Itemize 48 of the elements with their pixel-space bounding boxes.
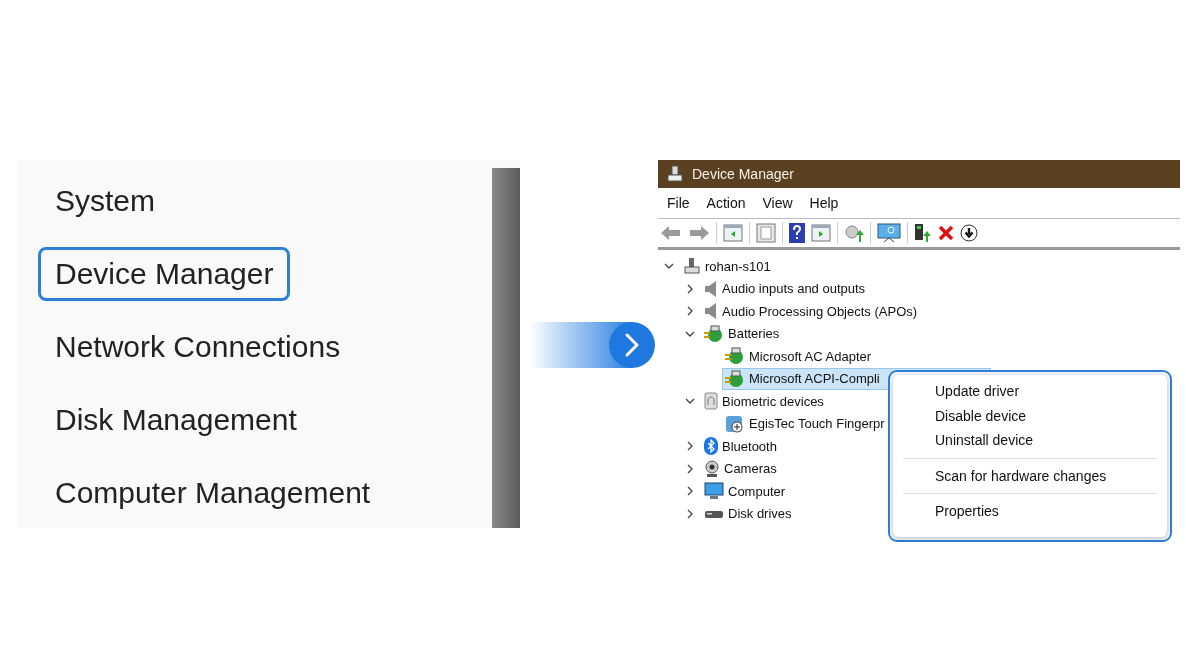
back-icon[interactable] (660, 225, 682, 241)
computer-icon (666, 165, 684, 183)
bluetooth-icon (704, 437, 718, 456)
battery-plug-icon (725, 347, 745, 366)
menu-bar-item[interactable]: View (762, 195, 793, 211)
fingerprint-device-icon (725, 414, 745, 433)
context-menu-item[interactable]: Uninstall device (893, 428, 1167, 453)
monitor-icon (704, 482, 724, 501)
menu-bar-item[interactable]: Action (706, 195, 746, 211)
chevron-right-icon[interactable] (685, 283, 695, 294)
tree-item[interactable]: rohan-s101 (680, 255, 882, 278)
speaker-icon (704, 279, 718, 298)
chevron-right-icon[interactable] (685, 306, 695, 317)
menu-item[interactable]: Device Manager (38, 247, 291, 301)
download-icon[interactable] (960, 224, 978, 242)
delete-icon[interactable] (938, 225, 954, 241)
forward-icon[interactable] (688, 225, 710, 241)
fingerprint-icon (704, 392, 718, 411)
speaker-icon (704, 302, 718, 321)
scrollbar[interactable] (492, 168, 520, 528)
menu-bar-item[interactable]: Help (809, 195, 839, 211)
menu-item[interactable]: Disk Management (38, 393, 314, 447)
battery-plug-icon (725, 369, 745, 388)
chevron-right-icon[interactable] (685, 508, 695, 519)
chevron-right-icon[interactable] (685, 441, 695, 452)
pane-icon[interactable] (811, 224, 831, 242)
disk-drive-icon (704, 508, 724, 519)
window-title: Device Manager (692, 166, 794, 182)
device-add-icon[interactable] (914, 223, 932, 243)
tree-item[interactable]: Microsoft AC Adapter (722, 345, 983, 368)
monitor-search-icon[interactable] (877, 223, 901, 243)
tree-item[interactable]: Bluetooth (701, 435, 888, 458)
tree-item[interactable]: Cameras (701, 457, 888, 480)
tree-item[interactable]: Batteries (701, 322, 891, 345)
webcam-icon (704, 459, 720, 478)
help-icon[interactable] (789, 223, 805, 243)
tree-item[interactable]: Audio Processing Objects (APOs) (701, 300, 1029, 323)
chevron-right-icon[interactable] (685, 463, 695, 474)
update-icon[interactable] (844, 223, 864, 243)
tree-item[interactable]: Audio inputs and outputs (701, 277, 977, 300)
menu-bar-item[interactable]: File (667, 195, 690, 211)
pane-icon[interactable] (723, 224, 743, 242)
menu-item[interactable]: Computer Management (38, 466, 388, 520)
menu-item[interactable]: Network Connections (38, 320, 358, 374)
computer-icon (683, 257, 701, 276)
menu-item[interactable]: System (38, 174, 173, 228)
battery-plug-icon (704, 324, 724, 343)
chevron-right-icon[interactable] (685, 486, 695, 497)
